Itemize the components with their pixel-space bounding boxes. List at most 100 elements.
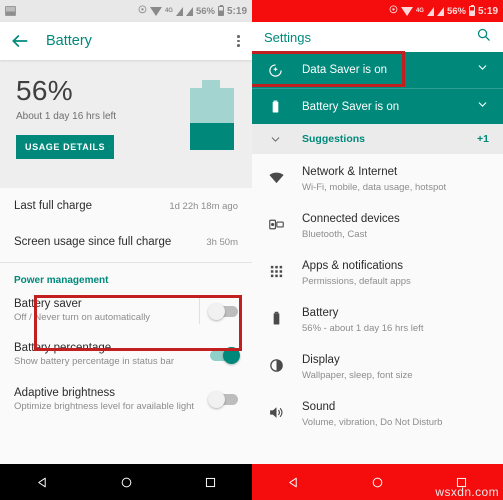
- status-battery-percent: 56%: [446, 5, 466, 17]
- banner-data-saver[interactable]: Data Saver is on: [252, 52, 503, 88]
- signal-icon-1: [175, 6, 183, 16]
- dnd-icon: ☉: [137, 5, 147, 16]
- suggestions-count-badge: +1: [477, 133, 489, 145]
- battery-graphic: [188, 80, 236, 188]
- settings-item-network-internet[interactable]: Network & Internet Wi-Fi, mobile, data u…: [252, 154, 503, 201]
- row-screen-usage[interactable]: Screen usage since full charge 3h 50m: [0, 224, 252, 260]
- suggestions-header[interactable]: Suggestions +1: [252, 124, 503, 154]
- row-battery-saver[interactable]: Battery saver Off / Never turn on automa…: [0, 289, 252, 333]
- settings-app-bar: Settings: [252, 22, 503, 52]
- settings-item-text: Apps & notifications Permissions, defaul…: [302, 256, 411, 287]
- row-title: Last full charge: [14, 200, 92, 212]
- settings-item-battery[interactable]: Battery 56% - about 1 day 16 hrs left: [252, 295, 503, 342]
- banner-label: Data Saver is on: [302, 64, 388, 76]
- status-bar-left-icons: [5, 6, 16, 16]
- right-navigation-bar: wsxdn.com: [252, 464, 503, 500]
- settings-item-text: Battery 56% - about 1 day 16 hrs left: [302, 303, 423, 334]
- settings-item-title: Network & Internet: [302, 166, 398, 178]
- settings-list: Network & Internet Wi-Fi, mobile, data u…: [252, 154, 503, 464]
- brightness-icon: [266, 357, 286, 374]
- section-header-power-management: Power management: [14, 275, 109, 286]
- status-bar-right-icons: ☉ 4G 56% 5:19: [137, 4, 247, 17]
- row-subtitle: Optimize brightness level for available …: [14, 400, 195, 412]
- banner-label: Battery Saver is on: [302, 100, 400, 113]
- settings-item-text: Network & Internet Wi-Fi, mobile, data u…: [302, 162, 446, 193]
- signal-icon-2: [185, 6, 193, 16]
- toggle-knob: [208, 302, 225, 320]
- battery-app-bar: Battery: [0, 22, 252, 60]
- connected-devices-icon: [266, 216, 286, 233]
- wifi-icon: [400, 6, 413, 16]
- banner-battery-saver[interactable]: Battery Saver is on: [252, 88, 503, 124]
- settings-item-connected-devices[interactable]: Connected devices Bluetooth, Cast: [252, 201, 503, 248]
- battery-summary-card: 56% About 1 day 16 hrs left USAGE DETAIL…: [0, 60, 252, 188]
- settings-item-text: Sound Volume, vibration, Do Not Disturb: [302, 397, 442, 428]
- chevron-down-icon[interactable]: [476, 98, 489, 116]
- settings-item-title: Sound: [302, 401, 336, 413]
- left-phone-screen: ☉ 4G 56% 5:19 Battery 56% About 1 day 16…: [0, 0, 252, 500]
- settings-item-subtitle: Wi-Fi, mobile, data usage, hotspot: [302, 182, 447, 193]
- row-main: Last full charge: [14, 200, 161, 212]
- row-main: Battery percentage Show battery percenta…: [14, 342, 200, 368]
- list-divider: [0, 262, 252, 263]
- settings-item-display[interactable]: Display Wallpaper, sleep, font size: [252, 342, 503, 389]
- status-battery-percent: 56%: [195, 5, 215, 17]
- row-title: Screen usage since full charge: [14, 236, 172, 248]
- settings-item-sound[interactable]: Sound Volume, vibration, Do Not Disturb: [252, 389, 503, 436]
- toggle-knob: [208, 391, 225, 409]
- battery-saver-toggle[interactable]: [208, 302, 238, 320]
- home-circle-icon[interactable]: [120, 476, 133, 489]
- toggle-knob: [223, 347, 240, 365]
- battery-icon: [266, 310, 286, 327]
- row-title: Adaptive brightness: [14, 386, 116, 399]
- adaptive-brightness-toggle[interactable]: [208, 391, 238, 409]
- network-type-label: 4G: [415, 8, 424, 14]
- row-last-full-charge[interactable]: Last full charge 1d 22h 18m ago: [0, 188, 252, 224]
- left-status-bar: ☉ 4G 56% 5:19: [0, 0, 252, 22]
- back-triangle-icon[interactable]: [287, 476, 300, 489]
- row-battery-percentage[interactable]: Battery percentage Show battery percenta…: [0, 333, 252, 377]
- battery-icon: [266, 99, 284, 114]
- back-arrow-icon[interactable]: [10, 31, 30, 51]
- battery-graphic-body: [190, 88, 234, 150]
- battery-percent-large: 56%: [16, 75, 73, 106]
- back-triangle-icon[interactable]: [36, 476, 49, 489]
- settings-item-title: Apps & notifications: [302, 260, 404, 272]
- row-value: 3h 50m: [206, 236, 238, 248]
- row-title: Battery saver: [14, 298, 82, 310]
- row-subtitle: Show battery percentage in status bar: [14, 356, 175, 368]
- battery-details-list: Last full charge 1d 22h 18m ago Screen u…: [0, 188, 252, 464]
- settings-item-apps-notifications[interactable]: Apps & notifications Permissions, defaul…: [252, 248, 503, 295]
- status-battery-icon: [468, 4, 475, 16]
- toggle-separator: [199, 298, 200, 325]
- row-adaptive-brightness[interactable]: Adaptive brightness Optimize brightness …: [0, 378, 252, 422]
- battery-graphic-fill: [190, 122, 234, 150]
- screenshot-icon: [5, 6, 16, 16]
- sound-icon: [266, 404, 286, 421]
- chevron-down-icon[interactable]: [266, 133, 284, 146]
- left-navigation-bar: [0, 464, 252, 500]
- row-main: Adaptive brightness Optimize brightness …: [14, 387, 200, 413]
- status-clock: 5:19: [226, 5, 247, 17]
- chevron-down-icon[interactable]: [476, 61, 489, 79]
- settings-item-subtitle: Permissions, default apps: [302, 276, 411, 287]
- status-clock: 5:19: [477, 5, 498, 17]
- search-icon[interactable]: [476, 27, 491, 47]
- wifi-icon: [266, 169, 286, 186]
- settings-item-text: Display Wallpaper, sleep, font size: [302, 350, 413, 381]
- settings-item-title: Connected devices: [302, 213, 400, 225]
- data-saver-icon: [266, 63, 284, 78]
- battery-summary-text: 56% About 1 day 16 hrs left USAGE DETAIL…: [16, 76, 188, 188]
- kebab-menu-icon[interactable]: [235, 33, 242, 49]
- row-title: Battery percentage: [14, 342, 112, 355]
- status-battery-icon: [217, 4, 224, 16]
- battery-percentage-toggle[interactable]: [210, 347, 240, 365]
- home-circle-icon[interactable]: [371, 476, 384, 489]
- apps-grid-icon: [266, 264, 286, 279]
- recents-square-icon[interactable]: [204, 476, 217, 489]
- settings-item-subtitle: 56% - about 1 day 16 hrs left: [302, 323, 424, 334]
- usage-details-button[interactable]: USAGE DETAILS: [16, 135, 115, 160]
- row-main: Screen usage since full charge: [14, 236, 198, 248]
- row-main: Battery saver Off / Never turn on automa…: [14, 298, 193, 324]
- page-title: Settings: [264, 29, 311, 45]
